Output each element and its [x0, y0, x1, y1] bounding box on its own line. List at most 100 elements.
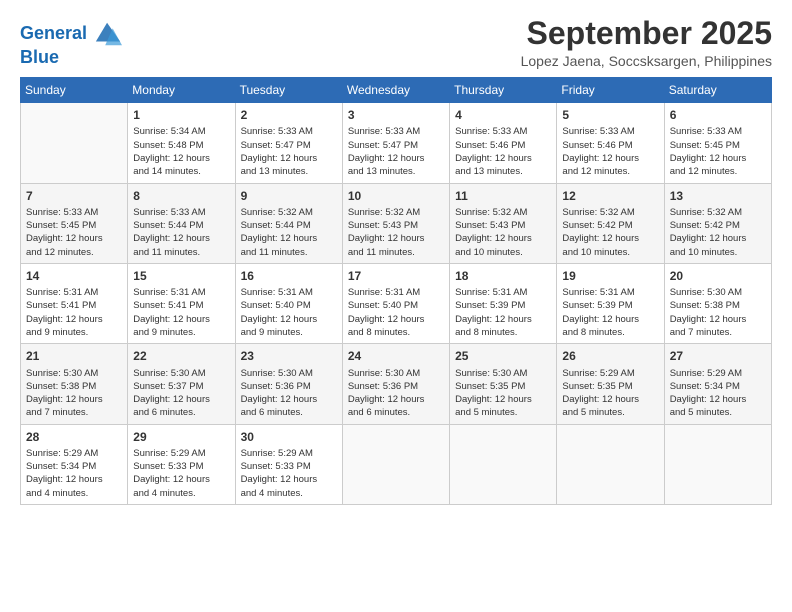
table-cell: 30 Sunrise: 5:29 AMSunset: 5:33 PMDayligh… — [235, 424, 342, 504]
cell-content: Sunrise: 5:33 AMSunset: 5:47 PMDaylight:… — [241, 125, 337, 178]
day-number: 2 — [241, 107, 337, 123]
calendar-week-row: 7 Sunrise: 5:33 AMSunset: 5:45 PMDaylight… — [21, 183, 772, 263]
day-number: 4 — [455, 107, 551, 123]
cell-content: Sunrise: 5:29 AMSunset: 5:35 PMDaylight:… — [562, 367, 658, 420]
table-cell: 3Sunrise: 5:33 AMSunset: 5:47 PMDaylight… — [342, 103, 449, 183]
cell-content: Sunrise: 5:31 AMSunset: 5:39 PMDaylight:… — [455, 286, 551, 339]
table-cell: 7 Sunrise: 5:33 AMSunset: 5:45 PMDaylight… — [21, 183, 128, 263]
day-number: 28 — [26, 429, 122, 445]
cell-content: Sunrise: 5:33 AMSunset: 5:45 PMDaylight:… — [670, 125, 766, 178]
cell-content: Sunrise: 5:32 AMSunset: 5:44 PMDaylight:… — [241, 206, 337, 259]
cell-content: Sunrise: 5:30 AMSunset: 5:38 PMDaylight:… — [670, 286, 766, 339]
calendar-week-row: 14 Sunrise: 5:31 AMSunset: 5:41 PMDayligh… — [21, 263, 772, 343]
cell-content: Sunrise: 5:29 AMSunset: 5:34 PMDaylight:… — [670, 367, 766, 420]
cell-content: Sunrise: 5:29 AMSunset: 5:34 PMDaylight:… — [26, 447, 122, 500]
day-number: 21 — [26, 348, 122, 364]
page-header: General Blue September 2025 Lopez Jaena,… — [20, 16, 772, 69]
table-cell — [450, 424, 557, 504]
cell-content: Sunrise: 5:30 AMSunset: 5:35 PMDaylight:… — [455, 367, 551, 420]
table-cell: 6 Sunrise: 5:33 AMSunset: 5:45 PMDaylight… — [664, 103, 771, 183]
cell-content: Sunrise: 5:30 AMSunset: 5:36 PMDaylight:… — [348, 367, 444, 420]
logo: General Blue — [20, 20, 122, 68]
table-cell: 8 Sunrise: 5:33 AMSunset: 5:44 PMDaylight… — [128, 183, 235, 263]
day-number: 13 — [670, 188, 766, 204]
table-cell: 16 Sunrise: 5:31 AMSunset: 5:40 PMDayligh… — [235, 263, 342, 343]
table-cell: 11 Sunrise: 5:32 AMSunset: 5:43 PMDayligh… — [450, 183, 557, 263]
table-cell: 13 Sunrise: 5:32 AMSunset: 5:42 PMDayligh… — [664, 183, 771, 263]
day-number: 23 — [241, 348, 337, 364]
cell-content: Sunrise: 5:33 AMSunset: 5:46 PMDaylight:… — [562, 125, 658, 178]
day-number: 18 — [455, 268, 551, 284]
day-number: 8 — [133, 188, 229, 204]
cell-content: Sunrise: 5:34 AMSunset: 5:48 PMDaylight:… — [133, 125, 229, 178]
table-cell: 1 Sunrise: 5:34 AMSunset: 5:48 PMDaylight… — [128, 103, 235, 183]
day-number: 9 — [241, 188, 337, 204]
table-cell: 27 Sunrise: 5:29 AMSunset: 5:34 PMDayligh… — [664, 344, 771, 424]
cell-content: Sunrise: 5:32 AMSunset: 5:42 PMDaylight:… — [670, 206, 766, 259]
table-cell: 23 Sunrise: 5:30 AMSunset: 5:36 PMDayligh… — [235, 344, 342, 424]
col-saturday: Saturday — [664, 78, 771, 103]
table-cell — [664, 424, 771, 504]
table-cell: 28 Sunrise: 5:29 AMSunset: 5:34 PMDayligh… — [21, 424, 128, 504]
col-thursday: Thursday — [450, 78, 557, 103]
day-number: 26 — [562, 348, 658, 364]
day-number: 20 — [670, 268, 766, 284]
table-cell: 2 Sunrise: 5:33 AMSunset: 5:47 PMDaylight… — [235, 103, 342, 183]
table-cell — [557, 424, 664, 504]
day-number: 17 — [348, 268, 444, 284]
cell-content: Sunrise: 5:31 AMSunset: 5:41 PMDaylight:… — [26, 286, 122, 339]
col-tuesday: Tuesday — [235, 78, 342, 103]
day-number: 14 — [26, 268, 122, 284]
day-number: 1 — [133, 107, 229, 123]
day-number: 27 — [670, 348, 766, 364]
table-cell: 18 Sunrise: 5:31 AMSunset: 5:39 PMDayligh… — [450, 263, 557, 343]
title-block: September 2025 Lopez Jaena, Soccsksargen… — [521, 16, 772, 69]
day-number: 30 — [241, 429, 337, 445]
cell-content: Sunrise: 5:31 AMSunset: 5:41 PMDaylight:… — [133, 286, 229, 339]
day-number: 24 — [348, 348, 444, 364]
cell-content: Sunrise: 5:32 AMSunset: 5:43 PMDaylight:… — [348, 206, 444, 259]
col-sunday: Sunday — [21, 78, 128, 103]
day-number: 10 — [348, 188, 444, 204]
table-cell: 26 Sunrise: 5:29 AMSunset: 5:35 PMDayligh… — [557, 344, 664, 424]
table-cell — [21, 103, 128, 183]
cell-content: Sunrise: 5:30 AMSunset: 5:38 PMDaylight:… — [26, 367, 122, 420]
logo-text: General — [20, 20, 122, 48]
day-number: 22 — [133, 348, 229, 364]
table-cell: 24 Sunrise: 5:30 AMSunset: 5:36 PMDayligh… — [342, 344, 449, 424]
cell-content: Sunrise: 5:30 AMSunset: 5:36 PMDaylight:… — [241, 367, 337, 420]
day-number: 16 — [241, 268, 337, 284]
cell-content: Sunrise: 5:33 AMSunset: 5:45 PMDaylight:… — [26, 206, 122, 259]
table-cell: 22 Sunrise: 5:30 AMSunset: 5:37 PMDayligh… — [128, 344, 235, 424]
table-cell: 12 Sunrise: 5:32 AMSunset: 5:42 PMDayligh… — [557, 183, 664, 263]
day-number: 12 — [562, 188, 658, 204]
day-number: 6 — [670, 107, 766, 123]
cell-content: Sunrise: 5:32 AMSunset: 5:42 PMDaylight:… — [562, 206, 658, 259]
calendar-header-row: Sunday Monday Tuesday Wednesday Thursday… — [21, 78, 772, 103]
location-subtitle: Lopez Jaena, Soccsksargen, Philippines — [521, 53, 772, 69]
col-friday: Friday — [557, 78, 664, 103]
calendar-table: Sunday Monday Tuesday Wednesday Thursday… — [20, 77, 772, 505]
calendar-week-row: 28 Sunrise: 5:29 AMSunset: 5:34 PMDayligh… — [21, 424, 772, 504]
col-monday: Monday — [128, 78, 235, 103]
col-wednesday: Wednesday — [342, 78, 449, 103]
table-cell: 19Sunrise: 5:31 AMSunset: 5:39 PMDayligh… — [557, 263, 664, 343]
day-number: 7 — [26, 188, 122, 204]
day-number: 11 — [455, 188, 551, 204]
cell-content: Sunrise: 5:33 AMSunset: 5:44 PMDaylight:… — [133, 206, 229, 259]
day-number: 5 — [562, 107, 658, 123]
table-cell — [342, 424, 449, 504]
cell-content: Sunrise: 5:29 AMSunset: 5:33 PMDaylight:… — [133, 447, 229, 500]
cell-content: Sunrise: 5:31 AMSunset: 5:40 PMDaylight:… — [241, 286, 337, 339]
cell-content: Sunrise: 5:31 AMSunset: 5:39 PMDaylight:… — [562, 286, 658, 339]
cell-content: Sunrise: 5:30 AMSunset: 5:37 PMDaylight:… — [133, 367, 229, 420]
table-cell: 21 Sunrise: 5:30 AMSunset: 5:38 PMDayligh… — [21, 344, 128, 424]
cell-content: Sunrise: 5:29 AMSunset: 5:33 PMDaylight:… — [241, 447, 337, 500]
table-cell: 25Sunrise: 5:30 AMSunset: 5:35 PMDayligh… — [450, 344, 557, 424]
logo-blue: Blue — [20, 48, 122, 68]
calendar-week-row: 21 Sunrise: 5:30 AMSunset: 5:38 PMDayligh… — [21, 344, 772, 424]
cell-content: Sunrise: 5:32 AMSunset: 5:43 PMDaylight:… — [455, 206, 551, 259]
table-cell: 29Sunrise: 5:29 AMSunset: 5:33 PMDayligh… — [128, 424, 235, 504]
table-cell: 20 Sunrise: 5:30 AMSunset: 5:38 PMDayligh… — [664, 263, 771, 343]
day-number: 15 — [133, 268, 229, 284]
